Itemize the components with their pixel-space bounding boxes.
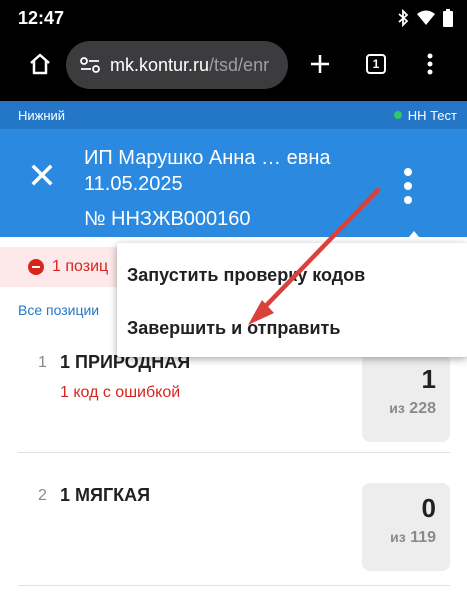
item-scanned-count: 0 — [421, 493, 436, 523]
document-date: 11.05.2025 — [84, 173, 183, 195]
site-settings-icon — [80, 57, 100, 73]
more-vert-icon — [427, 53, 433, 75]
item-number: 1 — [38, 354, 47, 371]
item-error-text: 1 код с ошибкой — [60, 384, 181, 401]
url-path: /tsd/enr — [209, 54, 270, 75]
document-header: ИП Марушко Анна … евна 11.05.2025 № ННЗЖ… — [0, 129, 467, 237]
menu-caret — [404, 231, 424, 243]
environment-label: НН Тест — [407, 107, 457, 123]
item-scanned-count: 1 — [421, 364, 436, 394]
close-icon — [31, 164, 53, 186]
status-time: 12:47 — [18, 7, 65, 28]
document-counterparty: ИП Марушко Анна … евна — [84, 147, 331, 169]
document-menu-button[interactable] — [390, 161, 426, 211]
home-icon — [30, 53, 50, 75]
list-item[interactable]: 2 1 МЯГКАЯ 0 из 119 — [18, 483, 450, 586]
home-button[interactable] — [20, 44, 60, 84]
error-banner-text: 1 позиц — [52, 258, 109, 275]
item-of-label: из — [390, 529, 406, 545]
document-number: № ННЗЖВ000160 — [84, 208, 251, 230]
close-button[interactable] — [22, 155, 62, 195]
item-name: 1 МЯГКАЯ — [60, 485, 151, 505]
menu-item-start-code-check[interactable]: Запустить проверку кодов — [127, 265, 365, 286]
list-item[interactable]: 1 1 ПРИРОДНАЯ 1 код с ошибкой 1 из 228 — [18, 350, 450, 453]
item-count-box: 0 из 119 — [362, 483, 450, 571]
menu-item-finish-and-send[interactable]: Завершить и отправить — [127, 318, 340, 339]
environment-status-dot — [393, 111, 402, 119]
document-actions-menu: Запустить проверку кодов Завершить и отп… — [117, 243, 467, 357]
battery-icon — [443, 9, 453, 27]
environment-indicator: НН Тест — [393, 107, 457, 123]
tab-switcher-button[interactable]: 1 — [356, 44, 396, 84]
location-label: Нижний — [18, 107, 66, 123]
browser-menu-button[interactable] — [410, 44, 450, 84]
more-vert-icon — [404, 168, 412, 204]
item-number: 2 — [38, 487, 47, 504]
app-strip: Нижний НН Тест — [0, 101, 467, 129]
bluetooth-icon — [398, 9, 409, 27]
url-host: mk.kontur.ru — [110, 54, 210, 75]
item-total-count: 119 — [410, 529, 436, 546]
wifi-icon — [417, 10, 435, 25]
filter-all-positions[interactable]: Все позиции — [18, 302, 99, 318]
item-count-box: 1 из 228 — [362, 354, 450, 442]
address-bar[interactable]: mk.kontur.ru/tsd/enr — [66, 41, 288, 89]
item-total-count: 228 — [409, 400, 436, 417]
tabs-count: 1 — [366, 54, 386, 74]
new-tab-button[interactable] — [300, 44, 340, 84]
document-title: ИП Марушко Анна … евна 11.05.2025 — [84, 145, 384, 197]
status-bar: 12:47 — [0, 0, 467, 36]
item-of-label: из — [389, 400, 405, 416]
error-icon — [28, 259, 44, 275]
plus-icon — [311, 55, 329, 73]
status-icons — [397, 9, 453, 27]
